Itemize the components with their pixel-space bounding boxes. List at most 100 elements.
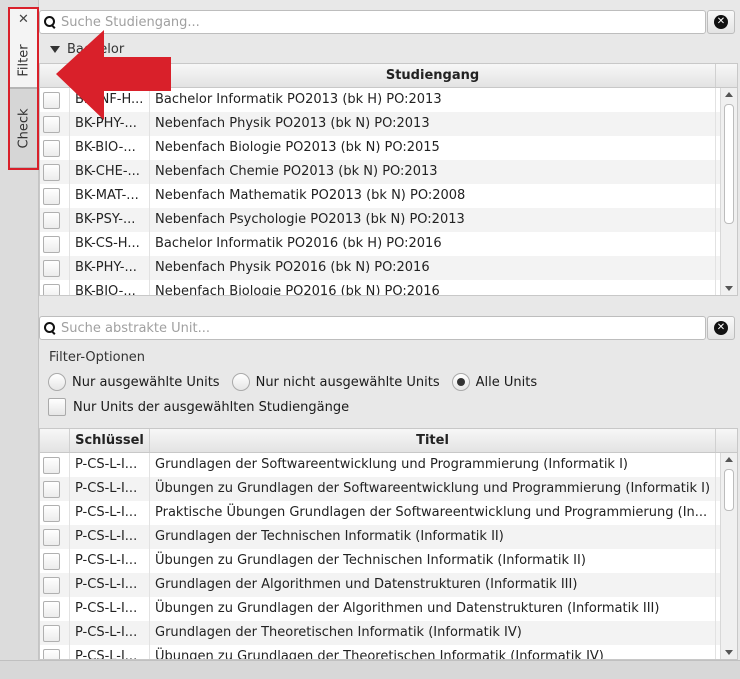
row-text: Nebenfach Biologie PO2013 (bk N) PO:2015 bbox=[150, 136, 716, 160]
row-checkbox-cell bbox=[40, 549, 70, 573]
table-row[interactable]: P-CS-L-I... Übungen zu Grundlagen der The… bbox=[40, 645, 737, 659]
row-text: Übungen zu Grundlagen der Algorithmen un… bbox=[150, 597, 716, 621]
row-key: BK-PSY-... bbox=[70, 208, 150, 232]
row-checkbox[interactable] bbox=[43, 260, 60, 277]
tab-filter[interactable]: ✕ Filter bbox=[9, 8, 38, 88]
row-checkbox[interactable] bbox=[43, 140, 60, 157]
row-checkbox-cell bbox=[40, 208, 70, 232]
table-row[interactable]: P-CS-L-I... Grundlagen der Theoretischen … bbox=[40, 621, 737, 645]
table-row[interactable]: BK-CS-H... Bachelor Informatik PO2016 (bk… bbox=[40, 232, 737, 256]
row-text: Übungen zu Grundlagen der Softwareentwic… bbox=[150, 477, 716, 501]
only-selected-programs-checkbox[interactable]: Nur Units der ausgewählten Studiengänge bbox=[48, 398, 349, 416]
scroll-up-icon[interactable] bbox=[725, 92, 733, 97]
scroll-down-icon[interactable] bbox=[725, 650, 733, 655]
table-row[interactable]: BK-PSY-... Nebenfach Psychologie PO2013 (… bbox=[40, 208, 737, 232]
row-key: P-CS-L-I... bbox=[70, 501, 150, 525]
row-checkbox[interactable] bbox=[43, 481, 60, 498]
row-checkbox[interactable] bbox=[43, 164, 60, 181]
row-checkbox[interactable] bbox=[43, 116, 60, 133]
unit-table-scrollbar[interactable] bbox=[720, 453, 737, 659]
table-row[interactable]: P-CS-L-I... Übungen zu Grundlagen der Sof… bbox=[40, 477, 737, 501]
row-text: Grundlagen der Theoretischen Informatik … bbox=[150, 621, 716, 645]
status-bar bbox=[0, 660, 740, 679]
search-icon bbox=[44, 16, 56, 28]
row-checkbox[interactable] bbox=[43, 236, 60, 253]
row-checkbox-cell bbox=[40, 597, 70, 621]
search-icon bbox=[44, 322, 56, 334]
radio-label: Nur nicht ausgewählte Units bbox=[255, 374, 440, 390]
unit-col-key[interactable]: Schlüssel bbox=[70, 429, 150, 452]
row-text: Grundlagen der Technischen Informatik (I… bbox=[150, 525, 716, 549]
unit-search-clear-button[interactable]: ✕ bbox=[707, 316, 735, 340]
study-col-name[interactable]: Studiengang bbox=[150, 64, 716, 87]
row-checkbox-cell bbox=[40, 112, 70, 136]
study-col-key[interactable] bbox=[70, 64, 150, 87]
table-row[interactable]: BK-PHY-... Nebenfach Physik PO2013 (bk N)… bbox=[40, 112, 737, 136]
row-checkbox[interactable] bbox=[43, 577, 60, 594]
unit-col-title[interactable]: Titel bbox=[150, 429, 716, 452]
table-row[interactable]: BK-MAT-... Nebenfach Mathematik PO2013 (b… bbox=[40, 184, 737, 208]
study-table-scrollbar[interactable] bbox=[720, 88, 737, 295]
unit-col-select[interactable] bbox=[40, 429, 70, 452]
row-checkbox-cell bbox=[40, 525, 70, 549]
filter-radio-group: Nur ausgewählte Units Nur nicht ausgewäh… bbox=[48, 373, 549, 391]
table-row[interactable]: BK-CHE-... Nebenfach Chemie PO2013 (bk N)… bbox=[40, 160, 737, 184]
bachelor-group-header[interactable]: Bachelor bbox=[40, 38, 738, 60]
study-col-select[interactable] bbox=[40, 64, 70, 87]
checkbox-box[interactable] bbox=[48, 398, 66, 416]
row-key: BK-CS-H... bbox=[70, 232, 150, 256]
table-row[interactable]: P-CS-L-I... Grundlagen der Softwareentwic… bbox=[40, 453, 737, 477]
row-checkbox[interactable] bbox=[43, 601, 60, 618]
scroll-thumb[interactable] bbox=[724, 104, 734, 224]
study-search-field[interactable] bbox=[39, 10, 706, 34]
table-row[interactable]: BK-PHY-... Nebenfach Physik PO2016 (bk N)… bbox=[40, 256, 737, 280]
row-checkbox[interactable] bbox=[43, 553, 60, 570]
scroll-thumb[interactable] bbox=[724, 469, 734, 511]
radio-circle[interactable] bbox=[231, 373, 250, 391]
study-search-clear-button[interactable]: ✕ bbox=[707, 10, 735, 34]
unit-search-input[interactable] bbox=[61, 320, 705, 336]
table-row[interactable]: P-CS-L-I... Übungen zu Grundlagen der Tec… bbox=[40, 549, 737, 573]
group-label: Bachelor bbox=[67, 41, 125, 57]
study-table-header: Studiengang bbox=[40, 64, 737, 88]
table-row[interactable]: P-CS-L-I... Grundlagen der Algorithmen un… bbox=[40, 573, 737, 597]
unit-table-body: P-CS-L-I... Grundlagen der Softwareentwic… bbox=[40, 453, 737, 659]
row-key: BK-PHY-... bbox=[70, 256, 150, 280]
table-row[interactable]: P-CS-L-I... Übungen zu Grundlagen der Alg… bbox=[40, 597, 737, 621]
radio-all-units[interactable]: Alle Units bbox=[451, 373, 537, 391]
scroll-up-icon[interactable] bbox=[725, 457, 733, 462]
row-checkbox[interactable] bbox=[43, 529, 60, 546]
radio-unselected-units[interactable]: Nur nicht ausgewählte Units bbox=[231, 373, 440, 391]
row-key: BK-MAT-... bbox=[70, 184, 150, 208]
row-key: BK-CHE-... bbox=[70, 160, 150, 184]
table-row[interactable]: BK-BIO-... Nebenfach Biologie PO2016 (bk … bbox=[40, 280, 737, 295]
table-row[interactable]: BK-BIO-... Nebenfach Biologie PO2013 (bk … bbox=[40, 136, 737, 160]
row-checkbox[interactable] bbox=[43, 505, 60, 522]
row-checkbox[interactable] bbox=[43, 649, 60, 659]
row-key: BK-BIO-... bbox=[70, 136, 150, 160]
row-text: Nebenfach Physik PO2016 (bk N) PO:2016 bbox=[150, 256, 716, 280]
table-row[interactable]: P-CS-L-I... Grundlagen der Technischen In… bbox=[40, 525, 737, 549]
unit-search-field[interactable] bbox=[39, 316, 706, 340]
row-checkbox[interactable] bbox=[43, 212, 60, 229]
row-checkbox[interactable] bbox=[43, 188, 60, 205]
row-text: Grundlagen der Softwareentwicklung und P… bbox=[150, 453, 716, 477]
close-icon[interactable]: ✕ bbox=[18, 13, 29, 26]
row-checkbox[interactable] bbox=[43, 457, 60, 474]
table-row[interactable]: BK-INF-H... Bachelor Informatik PO2013 (b… bbox=[40, 88, 737, 112]
row-key: P-CS-L-I... bbox=[70, 621, 150, 645]
row-checkbox-cell bbox=[40, 160, 70, 184]
radio-selected-units[interactable]: Nur ausgewählte Units bbox=[48, 373, 220, 391]
row-checkbox[interactable] bbox=[43, 284, 60, 295]
row-key: P-CS-L-I... bbox=[70, 597, 150, 621]
study-search-input[interactable] bbox=[61, 14, 705, 30]
table-row[interactable]: P-CS-L-I... Praktische Übungen Grundlagen… bbox=[40, 501, 737, 525]
row-checkbox[interactable] bbox=[43, 92, 60, 109]
scroll-down-icon[interactable] bbox=[725, 286, 733, 291]
tab-check[interactable]: Check bbox=[9, 88, 38, 168]
radio-circle[interactable] bbox=[48, 373, 66, 391]
unit-table: Schlüssel Titel P-CS-L-I... Grundlagen de… bbox=[39, 428, 738, 660]
row-checkbox[interactable] bbox=[43, 625, 60, 642]
row-checkbox-cell bbox=[40, 501, 70, 525]
radio-circle-selected[interactable] bbox=[451, 373, 470, 391]
